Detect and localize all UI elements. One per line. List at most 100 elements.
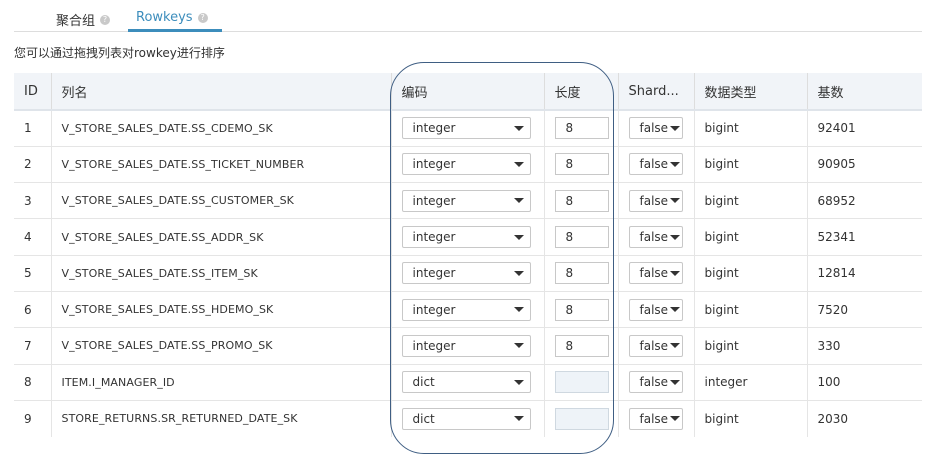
cardinality: 92401 (806, 110, 922, 147)
shard-value: false (639, 193, 669, 208)
encoding-select[interactable]: integer (401, 189, 531, 212)
table-row[interactable]: 6 V_STORE_SALES_DATE.SS_HDEMO_SK integer 8 f… (14, 291, 922, 329)
encoding-select[interactable]: integer (401, 117, 531, 140)
length-input[interactable]: 8 (554, 298, 609, 321)
data-type: bigint (693, 146, 807, 184)
rowkeys-table: ID 列名 编码 长度 Shard... 数据类型 基数 1 V_STORE_SA… (14, 73, 922, 437)
shard-cell: false (617, 110, 694, 147)
shard-value: false (639, 338, 669, 353)
caret-down-icon (669, 307, 680, 313)
table-row[interactable]: 4 V_STORE_SALES_DATE.SS_ADDR_SK integer 8 fa… (14, 218, 922, 256)
row-id: 2 (14, 146, 51, 184)
shard-select[interactable]: false (628, 334, 683, 357)
encoding-select[interactable]: integer (401, 153, 531, 176)
caret-down-icon (669, 270, 680, 276)
shard-value: false (639, 266, 669, 281)
shard-value: false (639, 302, 669, 317)
cardinality: 100 (806, 364, 922, 401)
length-input[interactable]: 8 (554, 226, 609, 249)
encoding-cell: integer (390, 110, 544, 147)
table-row[interactable]: 3 V_STORE_SALES_DATE.SS_CUSTOMER_SK intege… (14, 182, 922, 220)
shard-select[interactable]: false (628, 189, 683, 212)
header-shard: Shard... (617, 73, 694, 111)
header-id: ID (14, 73, 51, 111)
caret-down-icon (513, 198, 524, 204)
shard-select[interactable]: false (628, 262, 683, 285)
column-name: V_STORE_SALES_DATE.SS_PROMO_SK (50, 327, 391, 365)
data-type: bigint (693, 291, 807, 329)
shard-value: false (639, 375, 669, 390)
table-row[interactable]: 1 V_STORE_SALES_DATE.SS_CDEMO_SK integer 8 f… (14, 110, 922, 147)
length-cell: 8 (543, 218, 618, 256)
table-row[interactable]: 2 V_STORE_SALES_DATE.SS_TICKET_NUMBER inte… (14, 146, 922, 184)
shard-cell: false (617, 146, 694, 184)
shard-value: false (639, 230, 669, 245)
caret-down-icon (513, 161, 524, 167)
header-encoding: 编码 (390, 73, 544, 111)
shard-select[interactable]: false (628, 117, 683, 140)
column-name: STORE_RETURNS.SR_RETURNED_DATE_SK (50, 400, 391, 437)
tab-rowkeys[interactable]: Rowkeys ? (136, 10, 208, 25)
shard-select[interactable]: false (628, 407, 683, 430)
caret-down-icon (669, 379, 680, 385)
table-row[interactable]: 5 V_STORE_SALES_DATE.SS_ITEM_SK integer 8 fa… (14, 255, 922, 292)
column-name: V_STORE_SALES_DATE.SS_TICKET_NUMBER (50, 146, 391, 184)
length-cell: 8 (543, 291, 618, 329)
cardinality: 12814 (806, 255, 922, 292)
length-input[interactable] (554, 407, 609, 430)
length-input[interactable]: 8 (554, 189, 609, 212)
row-id: 8 (14, 364, 51, 401)
length-cell (543, 400, 618, 437)
shard-select[interactable]: false (628, 371, 683, 394)
encoding-select[interactable]: integer (401, 298, 531, 321)
encoding-value: integer (412, 266, 456, 281)
caret-down-icon (669, 234, 680, 240)
encoding-value: integer (412, 121, 456, 136)
length-input[interactable]: 8 (554, 262, 609, 285)
column-name: V_STORE_SALES_DATE.SS_ITEM_SK (50, 255, 391, 292)
table-row[interactable]: 9 STORE_RETURNS.SR_RETURNED_DATE_SK dict fa… (14, 400, 922, 437)
table-row[interactable]: 8 ITEM.I_MANAGER_ID dict false integer 100 (14, 364, 922, 401)
length-input[interactable]: 8 (554, 117, 609, 140)
tab-aggregation-groups-label: 聚合组 (56, 14, 96, 29)
header-column-name: 列名 (50, 73, 391, 111)
cardinality: 7520 (806, 291, 922, 329)
encoding-value: dict (412, 375, 435, 390)
cardinality: 90905 (806, 146, 922, 184)
shard-select[interactable]: false (628, 226, 683, 249)
tab-aggregation-groups[interactable]: 聚合组 ? (56, 10, 111, 29)
encoding-select[interactable]: integer (401, 334, 531, 357)
encoding-select[interactable]: integer (401, 262, 531, 285)
caret-down-icon (513, 307, 524, 313)
table-row[interactable]: 7 V_STORE_SALES_DATE.SS_PROMO_SK integer 8 f… (14, 327, 922, 365)
data-type: bigint (693, 218, 807, 256)
encoding-value: integer (412, 302, 456, 317)
data-type: bigint (693, 110, 807, 147)
column-name: V_STORE_SALES_DATE.SS_CDEMO_SK (50, 110, 391, 147)
caret-down-icon (513, 270, 524, 276)
column-name: ITEM.I_MANAGER_ID (50, 364, 391, 401)
data-type: integer (693, 364, 807, 401)
encoding-select[interactable]: integer (401, 226, 531, 249)
encoding-select[interactable]: dict (401, 371, 531, 394)
encoding-cell: integer (390, 182, 544, 220)
length-input[interactable]: 8 (554, 153, 609, 176)
row-id: 6 (14, 291, 51, 329)
caret-down-icon (669, 198, 680, 204)
shard-value: false (639, 411, 669, 426)
header-data-type: 数据类型 (693, 73, 807, 111)
encoding-value: dict (412, 411, 435, 426)
length-input[interactable] (554, 371, 609, 394)
help-icon[interactable]: ? (197, 12, 208, 23)
help-icon[interactable]: ? (100, 14, 111, 25)
row-id: 9 (24, 411, 32, 426)
data-type: bigint (693, 400, 807, 437)
encoding-cell: integer (390, 327, 544, 365)
shard-value: false (639, 157, 669, 172)
encoding-select[interactable]: dict (401, 407, 531, 430)
data-type: bigint (693, 327, 807, 365)
row-id: 4 (14, 218, 51, 256)
shard-select[interactable]: false (628, 298, 683, 321)
length-input[interactable]: 8 (554, 334, 609, 357)
shard-select[interactable]: false (628, 153, 683, 176)
